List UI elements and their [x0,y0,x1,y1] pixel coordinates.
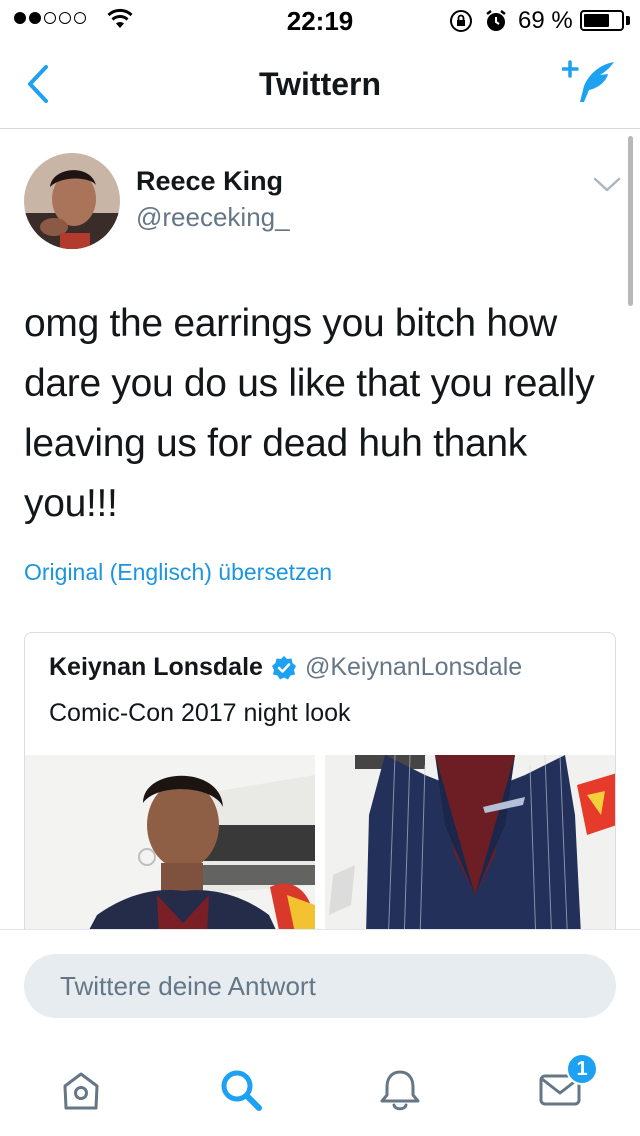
search-icon [221,1070,262,1111]
quoted-tweet-card[interactable]: Keiynan Lonsdale @KeiynanLonsdale Comic-… [24,632,616,962]
tweet-text: omg the earrings you bitch how dare you … [24,302,595,525]
compose-tweet-button[interactable] [561,58,618,108]
rotation-lock-icon [450,10,472,32]
quoted-tweet-text: Comic-Con 2017 night look [49,699,351,727]
quoted-author-name: Keiynan Lonsdale [49,653,263,681]
home-icon [63,1072,99,1110]
compose-tweet-icon [561,60,614,102]
page-title: Twittern [258,66,382,102]
avatar[interactable] [24,153,120,249]
author-handle[interactable]: @reeceking_ [136,202,290,233]
nav-bar: Twittern [0,40,640,129]
reply-bar: Twittere deine Antwort [0,929,640,1036]
tweet-options-button[interactable] [592,174,622,194]
alarm-icon [486,10,506,31]
verified-badge-icon [271,655,296,679]
battery-percent: 69 % [518,7,573,34]
author-name[interactable]: Reece King [136,166,283,197]
tab-bar [0,1036,640,1136]
quoted-tweet-header: Keiynan Lonsdale @KeiynanLonsdale [49,653,522,682]
status-bar: 22:19 69 % [0,0,640,40]
tab-search[interactable] [211,1060,271,1120]
tab-notifications[interactable] [370,1060,430,1120]
quoted-author-handle: @KeiynanLonsdale [304,653,523,681]
chevron-down-icon [593,177,621,192]
battery-tip [626,16,630,25]
tab-home[interactable] [51,1060,111,1120]
messages-badge: 1 [566,1053,598,1085]
bell-icon [380,1070,420,1111]
battery-icon [580,10,624,31]
scroll-indicator[interactable] [628,136,633,306]
translate-link[interactable]: Original (Englisch) übersetzen [24,559,332,586]
reply-input[interactable]: Twittere deine Antwort [24,954,616,1018]
